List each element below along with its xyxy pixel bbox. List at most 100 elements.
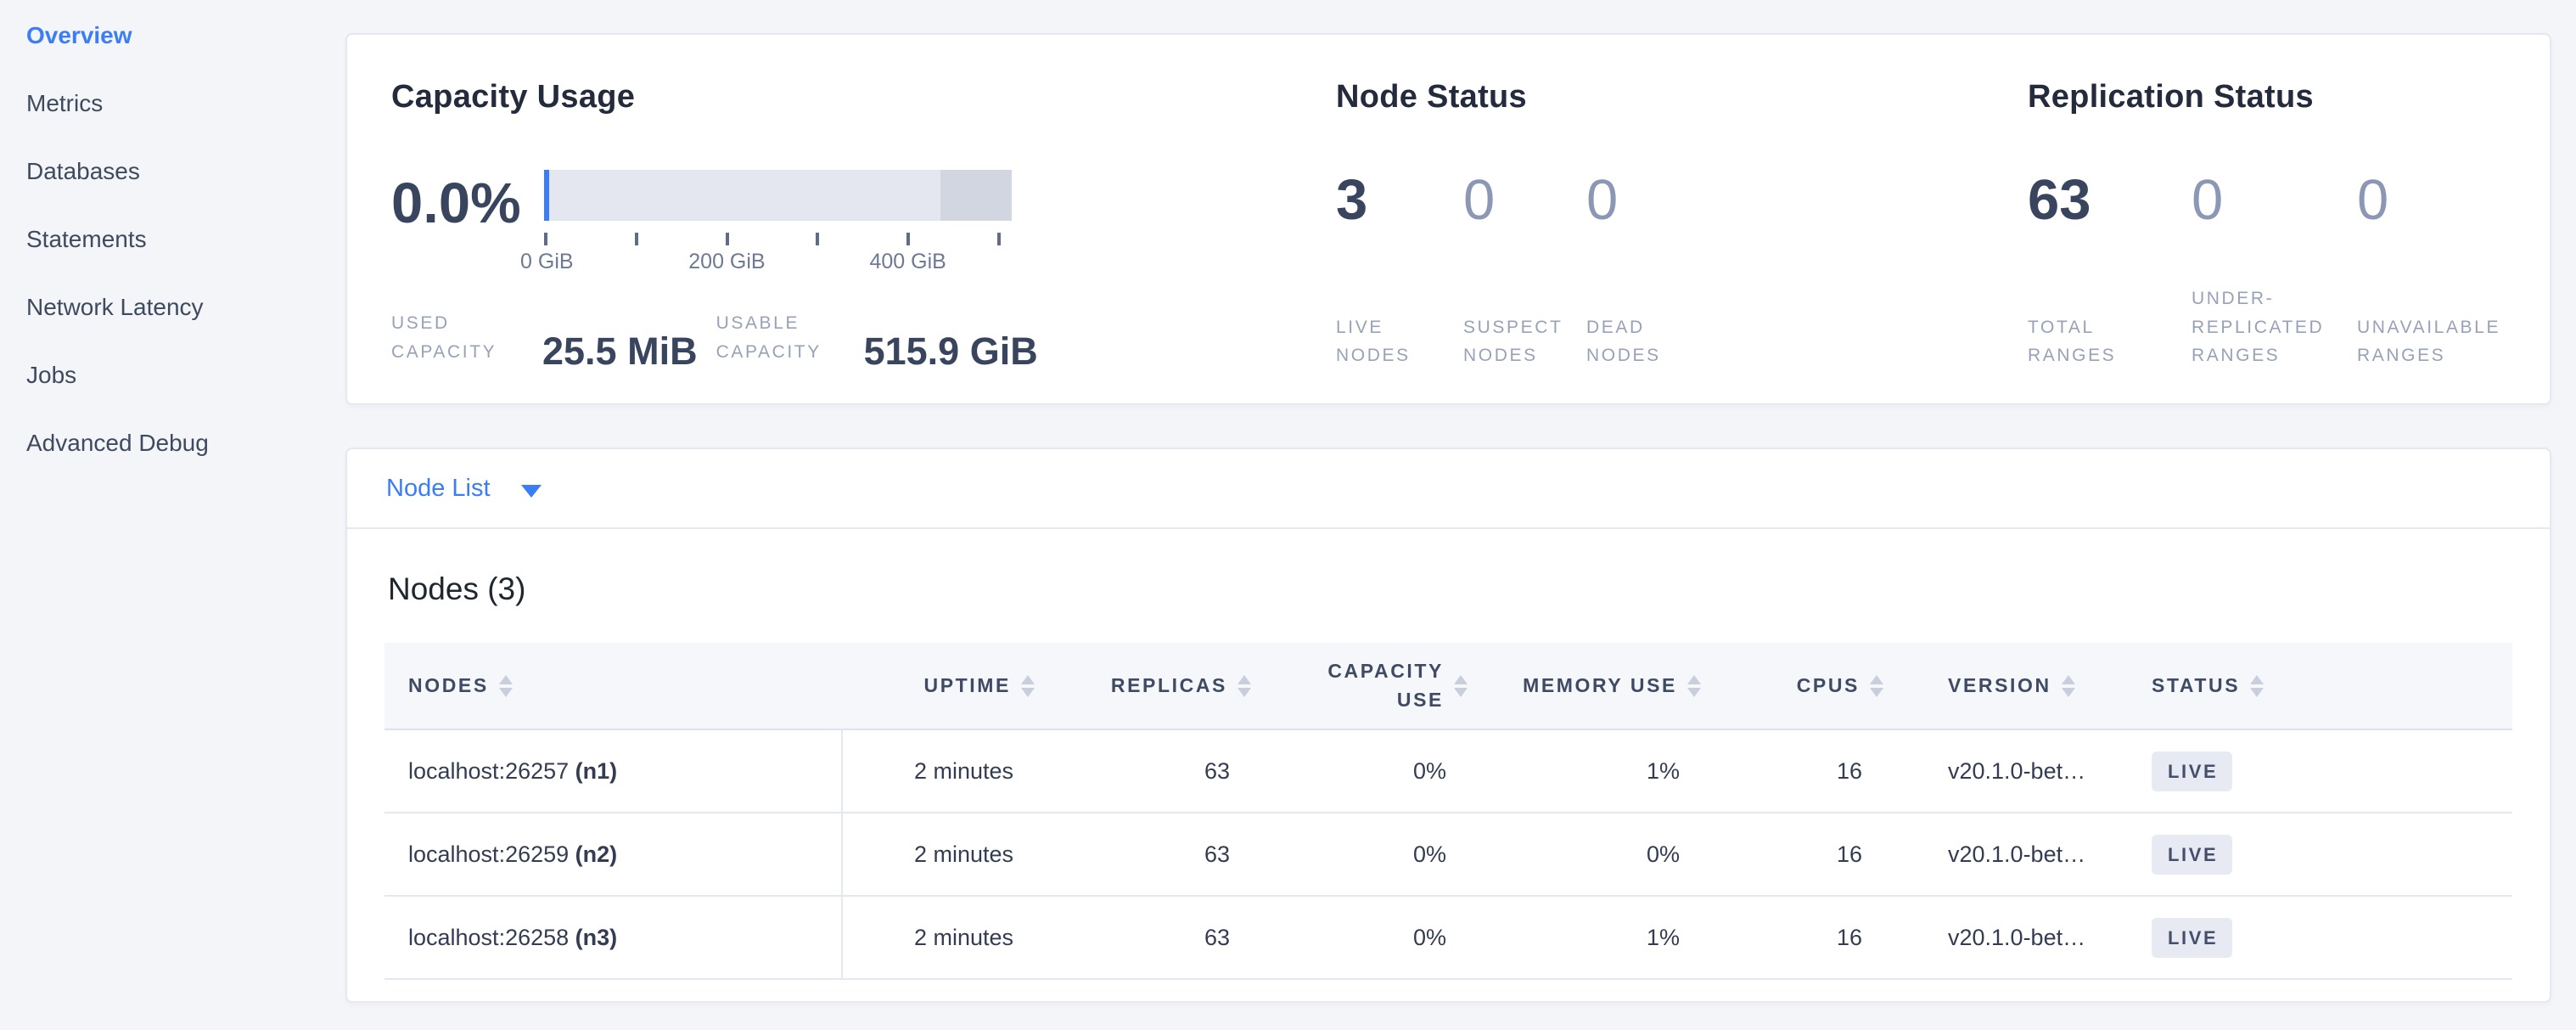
gauge-reserved-segment [940, 170, 1012, 221]
node-address-cell[interactable]: localhost:26257 (n1) [384, 729, 842, 813]
used-capacity-stat: USED CAPACITY 25.5 MiB [391, 309, 698, 370]
capacity-percent-value: 0.0% [391, 175, 544, 232]
node-status-stats: 3 LIVE NODES 0 SUSPECT NODES 0 DEAD NODE… [1336, 172, 2028, 370]
uptime-cell: 2 minutes [842, 729, 1035, 813]
under-replicated-ranges-stat: 0 UNDER-REPLICATED RANGES [2192, 172, 2357, 370]
gauge-tick [906, 233, 910, 245]
capacity-usage-panel: Capacity Usage 0.0% 0 GiB 200 GiB 400 Gi… [391, 79, 1336, 403]
node-address: localhost:26258 [408, 925, 569, 950]
node-address-cell[interactable]: localhost:26258 (n3) [384, 896, 842, 979]
gauge-tick [816, 233, 819, 245]
gauge-tick-label: 400 GiB [870, 250, 946, 274]
suspect-nodes-value: 0 [1463, 172, 1586, 228]
gauge-tick [997, 233, 1001, 245]
version-cell: v20.1.0-bet… [1884, 729, 2105, 813]
sort-icon [2062, 673, 2076, 700]
total-ranges-stat: 63 TOTAL RANGES [2028, 172, 2192, 370]
nodes-card: Node List Nodes (3) NODES UPTIME [345, 447, 2551, 1003]
sidebar-item-overview[interactable]: Overview [0, 2, 345, 70]
sidebar-item-metrics[interactable]: Metrics [0, 70, 345, 138]
column-header-capacity-use[interactable]: CAPACITY USE [1252, 643, 1468, 729]
usable-capacity-label: USABLE CAPACITY [716, 309, 850, 370]
capacity-use-cell: 0% [1252, 813, 1468, 896]
total-ranges-label: TOTAL RANGES [2028, 313, 2130, 370]
column-header-status[interactable]: STATUS [2105, 643, 2512, 729]
sidebar-item-databases[interactable]: Databases [0, 138, 345, 205]
uptime-cell: 2 minutes [842, 813, 1035, 896]
status-cell: LIVE [2105, 813, 2512, 896]
memory-use-cell: 1% [1468, 729, 1702, 813]
replication-status-panel: Replication Status 63 TOTAL RANGES 0 UND… [2028, 79, 2550, 403]
node-address: localhost:26257 [408, 758, 569, 784]
sort-icon [1454, 673, 1468, 700]
status-badge: LIVE [2152, 835, 2232, 875]
sidebar-item-jobs[interactable]: Jobs [0, 341, 345, 409]
unavailable-ranges-value: 0 [2357, 172, 2514, 228]
used-capacity-label: USED CAPACITY [391, 309, 529, 370]
cpus-cell: 16 [1702, 813, 1884, 896]
sort-icon [499, 673, 514, 700]
column-label: UPTIME [924, 674, 1012, 697]
usable-capacity-stat: USABLE CAPACITY 515.9 GiB [716, 309, 1038, 370]
live-nodes-label: LIVE NODES [1336, 313, 1442, 370]
sidebar-item-advanced-debug[interactable]: Advanced Debug [0, 409, 345, 477]
version-cell: v20.1.0-bet… [1884, 813, 2105, 896]
gauge-tick [726, 233, 729, 245]
suspect-nodes-stat: 0 SUSPECT NODES [1463, 172, 1586, 370]
cpus-cell: 16 [1702, 896, 1884, 979]
sidebar-item-statements[interactable]: Statements [0, 205, 345, 273]
capacity-gauge: 0 GiB 200 GiB 400 GiB [544, 170, 1012, 272]
gauge-tick-label: 0 GiB [520, 250, 574, 274]
table-row: localhost:26258 (n3) 2 minutes 63 0% 1% … [384, 896, 2512, 979]
table-row: localhost:26257 (n1) 2 minutes 63 0% 1% … [384, 729, 2512, 813]
replicas-cell: 63 [1035, 729, 1252, 813]
total-ranges-value: 63 [2028, 172, 2192, 228]
used-capacity-value: 25.5 MiB [542, 332, 698, 370]
under-replicated-ranges-value: 0 [2192, 172, 2357, 228]
suspect-nodes-label: SUSPECT NODES [1463, 313, 1574, 370]
usable-capacity-value: 515.9 GiB [864, 332, 1038, 370]
node-address: localhost:26259 [408, 841, 569, 867]
node-id: (n1) [575, 758, 618, 784]
capacity-stats: USED CAPACITY 25.5 MiB USABLE CAPACITY 5… [391, 309, 1336, 370]
live-nodes-stat: 3 LIVE NODES [1336, 172, 1463, 370]
node-list-dropdown[interactable]: Node List [347, 449, 2550, 529]
nodes-body: Nodes (3) NODES UPTIME RE [347, 571, 2550, 980]
column-header-uptime[interactable]: UPTIME [842, 643, 1035, 729]
sidebar: Overview Metrics Databases Statements Ne… [0, 0, 345, 477]
column-header-version[interactable]: VERSION [1884, 643, 2105, 729]
column-label: VERSION [1948, 674, 2051, 697]
node-id: (n2) [575, 841, 618, 867]
column-header-replicas[interactable]: REPLICAS [1035, 643, 1252, 729]
gauge-tick [635, 233, 638, 245]
unavailable-ranges-stat: 0 UNAVAILABLE RANGES [2357, 172, 2514, 370]
memory-use-cell: 0% [1468, 813, 1702, 896]
sort-icon [1021, 673, 1035, 700]
unavailable-ranges-label: UNAVAILABLE RANGES [2357, 313, 2514, 370]
table-row: localhost:26259 (n2) 2 minutes 63 0% 0% … [384, 813, 2512, 896]
gauge-tick [544, 233, 547, 245]
capacity-use-cell: 0% [1252, 896, 1468, 979]
column-header-nodes[interactable]: NODES [384, 643, 842, 729]
status-cell: LIVE [2105, 896, 2512, 979]
capacity-gauge-row: 0.0% 0 GiB 200 GiB 400 GiB [391, 170, 1336, 272]
column-header-cpus[interactable]: CPUS [1702, 643, 1884, 729]
under-replicated-ranges-label: UNDER-REPLICATED RANGES [2192, 284, 2344, 370]
replication-status-title: Replication Status [2028, 79, 2550, 115]
column-label: STATUS [2152, 674, 2240, 697]
version-cell: v20.1.0-bet… [1884, 896, 2105, 979]
sidebar-item-network-latency[interactable]: Network Latency [0, 273, 345, 341]
uptime-cell: 2 minutes [842, 896, 1035, 979]
replicas-cell: 63 [1035, 813, 1252, 896]
cluster-summary-card: Capacity Usage 0.0% 0 GiB 200 GiB 400 Gi… [345, 33, 2551, 405]
main-content: Capacity Usage 0.0% 0 GiB 200 GiB 400 Gi… [345, 0, 2555, 1030]
node-address-cell[interactable]: localhost:26259 (n2) [384, 813, 842, 896]
nodes-table: NODES UPTIME REPLICAS CAPACITY USE MEMOR [384, 643, 2512, 980]
gauge-tick-label: 200 GiB [688, 250, 765, 274]
table-header-row: NODES UPTIME REPLICAS CAPACITY USE MEMOR [384, 643, 2512, 729]
column-label: CAPACITY USE [1308, 657, 1444, 714]
caret-down-icon [521, 485, 542, 498]
node-id: (n3) [575, 925, 618, 950]
column-header-memory-use[interactable]: MEMORY USE [1468, 643, 1702, 729]
capacity-usage-title: Capacity Usage [391, 79, 1336, 115]
